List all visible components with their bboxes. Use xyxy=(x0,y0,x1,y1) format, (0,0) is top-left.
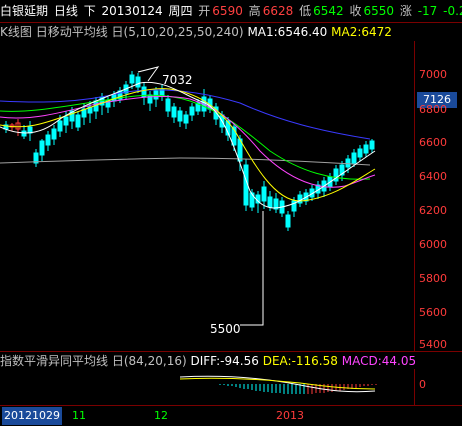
ma-indicator-name[interactable]: 日移动平均线 xyxy=(36,25,108,39)
price-tick: 6000 xyxy=(419,238,447,251)
chart-type-label[interactable]: K线图 xyxy=(0,25,32,39)
price-tick: 6600 xyxy=(419,136,447,149)
price-tick: 6800 xyxy=(419,103,447,116)
ma-params: 日(5,10,20,25,50,240) xyxy=(111,25,244,39)
ma240-line xyxy=(0,157,371,166)
scroll-arrow: 下 xyxy=(83,4,96,18)
change-value: -17 xyxy=(417,4,438,18)
macd-zero-tick: 0 xyxy=(419,378,426,391)
macd-indicator-name[interactable]: 指数平滑异同平均线 xyxy=(0,354,108,368)
macd-params: 日(84,20,16) xyxy=(111,354,187,368)
high-annotation: 7032 xyxy=(162,73,193,87)
price-axis: 7126 7000 6800 6600 6400 6200 6000 5800 … xyxy=(414,41,462,351)
date-axis-start: 20121029 xyxy=(2,407,62,425)
bar-date: 20130124 xyxy=(101,4,163,18)
macd-histogram xyxy=(219,384,377,394)
low-pointer-line xyxy=(240,211,264,326)
low-label: 低 xyxy=(299,4,312,18)
price-tick: 5400 xyxy=(419,338,447,351)
instrument-name[interactable]: 白银延期 xyxy=(0,4,48,18)
high-label: 高 xyxy=(248,4,261,18)
ma10-line xyxy=(0,88,376,202)
price-tick: 5800 xyxy=(419,272,447,285)
price-tick: 6400 xyxy=(419,170,447,183)
macd-axis: 0 xyxy=(414,369,462,405)
high-value: 6628 xyxy=(262,4,294,18)
dea-value: DEA:-116.58 xyxy=(262,354,338,368)
low-value: 6542 xyxy=(313,4,344,18)
macd-value: MACD:44.05 xyxy=(341,354,417,368)
period-label[interactable]: 日线 xyxy=(54,4,78,18)
ma2-value: MA2:6472 xyxy=(331,25,392,39)
date-tick: 12 xyxy=(154,409,168,422)
dea-line xyxy=(179,377,376,390)
price-tick: 6200 xyxy=(419,204,447,217)
open-label: 开 xyxy=(198,4,211,18)
date-tick: 11 xyxy=(72,409,86,422)
price-tick: 5600 xyxy=(419,306,447,319)
diff-value: DIFF:-94.56 xyxy=(190,354,259,368)
quote-header: 白银延期 日线 下 20130124 周四 开 6590 高 6628 低 6542 … xyxy=(0,0,462,23)
ma-legend: K线图 日移动平均线 日(5,10,20,25,50,240) MA1:6546… xyxy=(0,23,462,41)
candlestick-chart[interactable]: 7032 5500 xyxy=(0,41,414,351)
high-pointer-line xyxy=(137,66,160,82)
change-percent: -0.26% xyxy=(443,4,462,18)
date-tick: 2013 xyxy=(276,409,304,422)
date-axis: 20121029 11 12 2013 xyxy=(0,405,462,426)
macd-legend: 指数平滑异同平均线 日(84,20,16) DIFF:-94.56 DEA:-1… xyxy=(0,351,462,370)
low-annotation: 5500 xyxy=(210,322,241,336)
bar-weekday: 周四 xyxy=(168,4,193,18)
close-value: 6550 xyxy=(363,4,395,18)
close-label: 收 xyxy=(349,4,362,18)
ma1-value: MA1:6546.40 xyxy=(247,25,328,39)
open-value: 6590 xyxy=(212,4,243,18)
macd-chart[interactable] xyxy=(0,369,414,405)
price-tick: 7000 xyxy=(419,68,447,81)
change-label: 涨 xyxy=(399,4,412,18)
